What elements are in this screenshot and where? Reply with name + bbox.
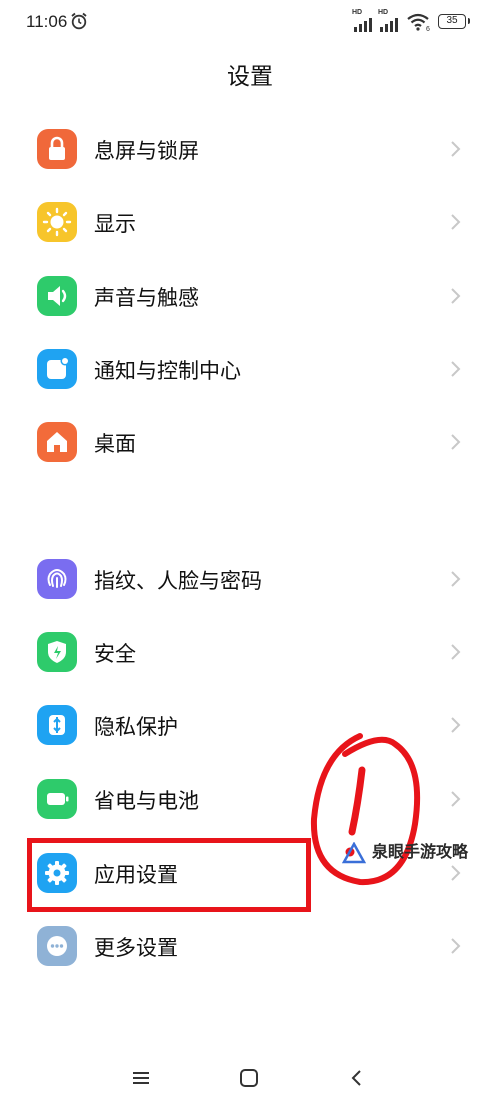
more-icon [37, 926, 77, 966]
circled-exclamation-annotation [310, 733, 421, 886]
privacy-icon [37, 705, 77, 745]
settings-item-sound[interactable]: 声音与触感 [0, 265, 500, 327]
chevron-right-icon [451, 214, 461, 230]
settings-item-security[interactable]: 安全 [0, 621, 500, 683]
settings-item-desktop[interactable]: 桌面 [0, 411, 500, 473]
highlight-box [27, 838, 311, 912]
sun-icon [37, 202, 77, 242]
svg-text:6: 6 [426, 26, 430, 32]
navigation-bar [0, 1050, 500, 1097]
signal-hd-label: HD [352, 9, 363, 16]
notification-icon [37, 349, 77, 389]
settings-item-more-settings[interactable]: 更多设置 [0, 915, 500, 977]
page-title: 设置 [227, 64, 273, 90]
fingerprint-icon [37, 559, 77, 599]
home-square-icon[interactable] [238, 1068, 260, 1088]
chevron-right-icon [451, 865, 461, 881]
chevron-right-icon [451, 571, 461, 587]
chevron-right-icon [451, 644, 461, 660]
signal-strength-icon: HD [352, 9, 376, 32]
wifi-icon: 6 [407, 13, 430, 32]
chevron-right-icon [451, 361, 461, 377]
settings-item-label: 息屏与锁屏 [94, 139, 199, 163]
settings-item-label: 隐私保护 [94, 715, 178, 739]
settings-item-label: 桌面 [94, 432, 136, 456]
watermark-text: 泉眼手游攻略 [372, 842, 469, 861]
settings-item-fingerprint-face-password[interactable]: 指纹、人脸与密码 [0, 548, 500, 610]
battery-indicator: 35 [438, 14, 470, 29]
status-bar: 11:06 HD HD 6 35 [0, 0, 500, 44]
lock-icon [37, 129, 77, 169]
chevron-right-icon [451, 791, 461, 807]
chevron-right-icon [451, 434, 461, 450]
battery-level: 35 [446, 15, 458, 26]
settings-item-label: 指纹、人脸与密码 [94, 569, 262, 593]
battery-icon [37, 779, 77, 819]
chevron-right-icon [451, 288, 461, 304]
settings-item-label: 省电与电池 [94, 789, 199, 813]
settings-item-display[interactable]: 显示 [0, 191, 500, 253]
home-icon [37, 422, 77, 462]
shield-icon [37, 632, 77, 672]
back-icon[interactable] [346, 1068, 368, 1088]
settings-item-label: 声音与触感 [94, 286, 199, 310]
chevron-right-icon [451, 938, 461, 954]
watermark-logo-icon [342, 842, 366, 864]
settings-item-lock-screen[interactable]: 息屏与锁屏 [0, 118, 500, 180]
alarm-icon [71, 12, 87, 30]
settings-item-notifications[interactable]: 通知与控制中心 [0, 338, 500, 400]
speaker-icon [37, 276, 77, 316]
chevron-right-icon [451, 141, 461, 157]
signal-strength-icon-2: HD [378, 9, 402, 32]
status-time: 11:06 [26, 12, 68, 31]
settings-item-label: 更多设置 [94, 936, 178, 960]
chevron-right-icon [451, 717, 461, 733]
settings-item-label: 安全 [94, 642, 136, 666]
settings-item-label: 显示 [94, 212, 136, 236]
menu-icon[interactable] [130, 1068, 152, 1088]
signal-hd-label-2: HD [378, 9, 389, 16]
settings-item-label: 通知与控制中心 [94, 359, 241, 383]
